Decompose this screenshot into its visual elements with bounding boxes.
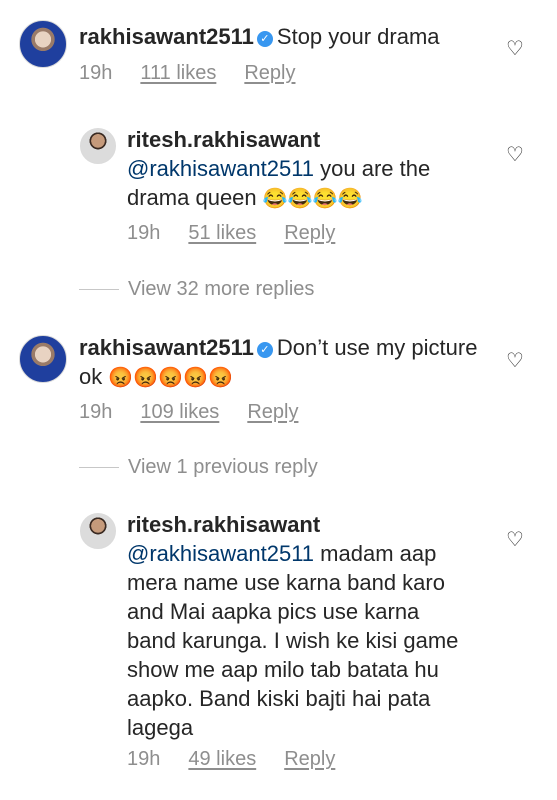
timestamp: 19h	[127, 222, 161, 244]
heart-icon[interactable]: ♡	[506, 527, 524, 552]
emoji: 😂😂😂😂	[262, 188, 363, 210]
view-more-label[interactable]: View 32 more replies	[128, 278, 314, 301]
reply-button[interactable]: Reply	[244, 62, 295, 85]
verified-badge-icon: ✓	[256, 342, 273, 358]
verified-badge-icon: ✓	[256, 31, 273, 47]
avatar[interactable]	[19, 20, 67, 68]
comment-text: ritesh.rakhisawant @rakhisawant2511 mada…	[127, 510, 467, 742]
view-previous-label[interactable]: View 1 previous reply	[128, 456, 318, 479]
timestamp: 19h	[79, 62, 113, 84]
mention-link[interactable]: @rakhisawant2511	[127, 541, 314, 566]
avatar[interactable]	[80, 513, 116, 549]
comment-meta: 19h 111 likes Reply	[79, 62, 295, 85]
comment-body: Stop your drama	[276, 24, 440, 49]
view-more-replies[interactable]: View 32 more replies	[79, 278, 314, 301]
comment-meta: 19h 49 likes Reply	[127, 748, 335, 771]
avatar[interactable]	[80, 128, 116, 164]
comment-text: ritesh.rakhisawant @rakhisawant2511 you …	[127, 125, 477, 214]
comment-meta: 19h 109 likes Reply	[79, 401, 298, 424]
reply-button[interactable]: Reply	[247, 401, 298, 424]
likes-link[interactable]: 111 likes	[140, 62, 216, 85]
username[interactable]: rakhisawant2511	[79, 24, 254, 49]
emoji: 😡😡😡😡😡	[108, 367, 233, 389]
username[interactable]: ritesh.rakhisawant	[127, 127, 320, 152]
heart-icon[interactable]: ♡	[506, 348, 524, 373]
divider-line	[79, 467, 119, 468]
comment-text: rakhisawant2511 ✓ Stop your drama	[79, 22, 499, 51]
comment-meta: 19h 51 likes Reply	[127, 222, 335, 245]
divider-line	[79, 289, 119, 290]
heart-icon[interactable]: ♡	[506, 36, 524, 61]
avatar[interactable]	[19, 335, 67, 383]
heart-icon[interactable]: ♡	[506, 142, 524, 167]
likes-link[interactable]: 49 likes	[188, 748, 256, 771]
comment-body: madam aap mera name use karna band karo …	[127, 541, 459, 740]
mention-link[interactable]: @rakhisawant2511	[127, 156, 314, 181]
reply-button[interactable]: Reply	[284, 748, 335, 771]
timestamp: 19h	[79, 401, 113, 423]
timestamp: 19h	[127, 748, 161, 770]
likes-link[interactable]: 109 likes	[140, 401, 219, 424]
reply-button[interactable]: Reply	[284, 222, 335, 245]
likes-link[interactable]: 51 likes	[188, 222, 256, 245]
view-previous-reply[interactable]: View 1 previous reply	[79, 456, 318, 479]
comment-text: rakhisawant2511 ✓ Don’t use my picture ok …	[79, 333, 479, 393]
username[interactable]: rakhisawant2511	[79, 335, 254, 360]
username[interactable]: ritesh.rakhisawant	[127, 512, 320, 537]
